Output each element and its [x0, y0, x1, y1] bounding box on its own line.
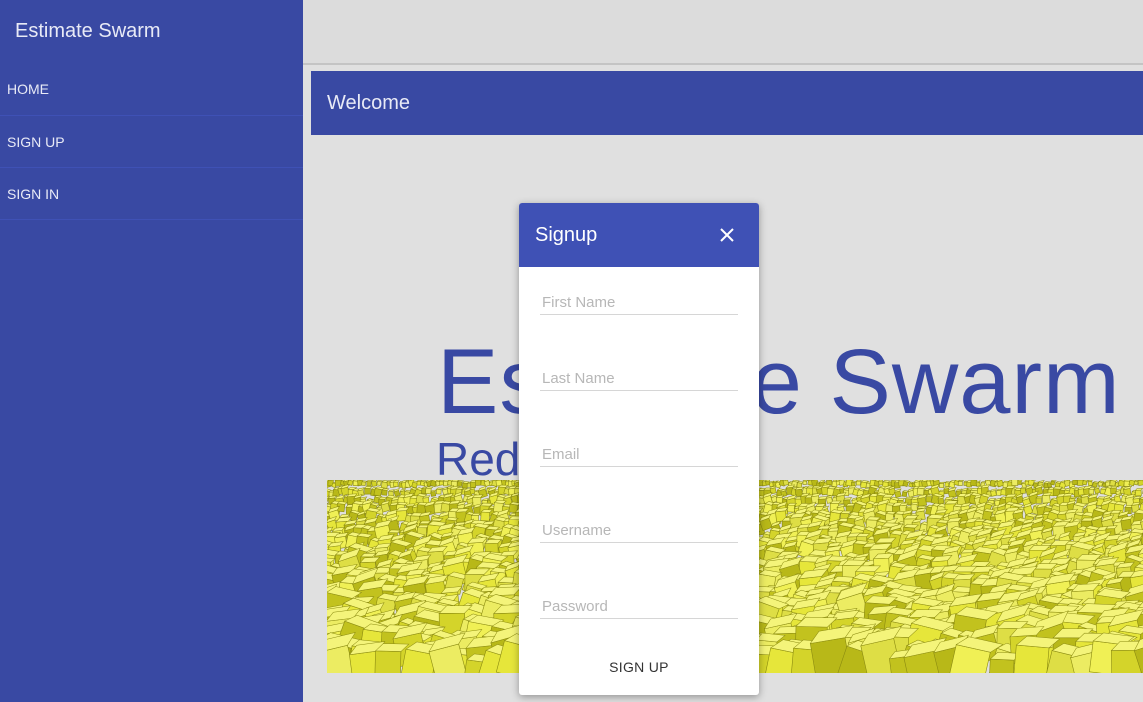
sidebar-nav: HOME SIGN UP SIGN IN	[0, 62, 303, 220]
top-app-bar	[303, 0, 1143, 65]
sidebar-item-sign-up[interactable]: SIGN UP	[0, 116, 303, 168]
sidebar-item-home[interactable]: HOME	[0, 62, 303, 116]
cube-shape	[957, 480, 965, 486]
page-title: Welcome	[327, 91, 410, 114]
username-field[interactable]	[540, 519, 738, 543]
signup-dialog: Signup SIGN UP	[519, 203, 759, 695]
cube-shape	[1137, 480, 1143, 486]
sidebar-item-sign-in[interactable]: SIGN IN	[0, 168, 303, 220]
password-field[interactable]	[540, 595, 738, 619]
last-name-field[interactable]	[540, 367, 738, 391]
dialog-title: Signup	[535, 223, 598, 246]
cube-shape	[802, 480, 809, 485]
cube-shape	[435, 487, 444, 495]
cube-shape	[361, 480, 368, 487]
sidebar: Estimate Swarm HOME SIGN UP SIGN IN	[0, 0, 303, 702]
first-name-field[interactable]	[540, 291, 738, 315]
sign-up-button[interactable]: SIGN UP	[519, 659, 759, 675]
cube-shape	[1093, 486, 1101, 494]
email-field[interactable]	[540, 443, 738, 467]
cube-shape	[381, 488, 390, 496]
cube-shape	[1134, 487, 1143, 497]
cube-shape	[1088, 487, 1096, 495]
card-header: Welcome	[311, 71, 1143, 135]
cube-shape	[894, 488, 902, 499]
cube-shape	[938, 481, 946, 488]
cube-shape	[901, 490, 910, 497]
cube-shape	[392, 480, 400, 487]
app-title: Estimate Swarm	[15, 20, 161, 42]
cube-shape	[1082, 480, 1090, 486]
cube-shape	[975, 480, 981, 487]
close-icon[interactable]	[715, 223, 739, 247]
dialog-header: Signup	[519, 203, 759, 267]
